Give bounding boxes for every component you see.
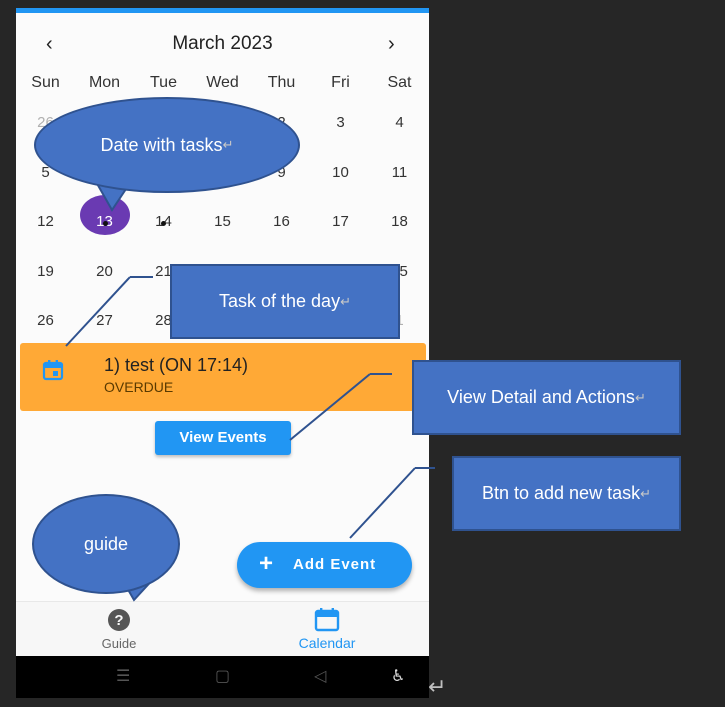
annotation-text: Btn to add new task [481, 483, 641, 503]
return-mark-icon: ↵ [428, 674, 447, 699]
task-of-day-connector [65, 276, 131, 347]
view-detail-connector [289, 373, 371, 441]
annotation-task-of-day: Task of the day ↵ [170, 264, 400, 339]
add-task-connector [349, 467, 416, 539]
annotation-text: View Detail and Actions [447, 387, 635, 407]
annotation-view-detail: View Detail and Actions ↵ [412, 360, 681, 435]
annotation-date-with-tasks: Date with tasks ↵ [34, 97, 300, 193]
annotation-guide: guide [32, 494, 180, 594]
annotation-text: Date with tasks [100, 134, 223, 155]
annotation-add-task-button: Btn to add new task ↵ [452, 456, 681, 531]
annotation-text: guide [83, 533, 129, 554]
annotation-text: Task of the day [219, 291, 341, 311]
